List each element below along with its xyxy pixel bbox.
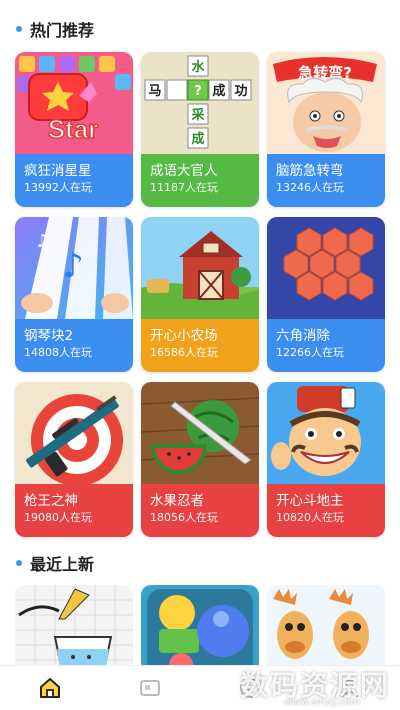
recent-section-title: 最近上新 [30, 555, 95, 574]
game-card-happy-farm[interactable]: 开心小农场 16586人在玩 [141, 217, 259, 372]
game-player-count: 14808人在玩 [24, 346, 92, 359]
tab-home[interactable] [20, 666, 80, 710]
game-name: 钢琴块2 [24, 328, 74, 344]
game-player-count: 13992人在玩 [24, 181, 92, 194]
recent-game-card[interactable] [15, 585, 133, 675]
game-name: 枪王之神 [24, 493, 78, 509]
game-info: 脑筋急转弯 13246人在玩 [267, 154, 385, 207]
rank-icon [240, 678, 260, 698]
game-player-count: 12266人在玩 [276, 346, 344, 359]
brain-teaser-banner: 急转弯? [298, 64, 352, 82]
game-thumbnail: ♪ ♫ [15, 217, 133, 319]
recent-games-grid [15, 585, 385, 675]
game-player-count: 16586人在玩 [150, 346, 218, 359]
hot-section-title: 热门推荐 [30, 21, 95, 40]
game-thumbnail [267, 382, 385, 484]
game-player-count: 18056人在玩 [150, 511, 218, 524]
section-bullet [16, 26, 22, 32]
game-name: 六角消除 [276, 328, 330, 344]
idiom-char: 采 [190, 107, 205, 123]
game-player-count: 10820人在玩 [276, 511, 344, 524]
hot-section-header: 热门推荐 [0, 14, 400, 44]
game-card-piano-tiles[interactable]: ♪ ♫ 钢琴块2 14808人在玩 [15, 217, 133, 372]
hot-games-grid: Star 疯狂消星星 13992人在玩 水 马 ? 成 功 采 成 成语大官人 … [15, 52, 385, 537]
game-thumbnail [15, 585, 133, 675]
game-thumbnail [15, 382, 133, 484]
game-name: 开心斗地主 [276, 493, 344, 509]
game-thumbnail: 急转弯? [267, 52, 385, 154]
game-thumbnail: Star [15, 52, 133, 154]
tab-rank[interactable] [220, 666, 280, 710]
section-bullet [16, 560, 22, 566]
profile-icon [341, 679, 359, 698]
game-thumbnail: 水 马 ? 成 功 采 成 [141, 52, 259, 154]
game-card-idiom-official[interactable]: 水 马 ? 成 功 采 成 成语大官人 11187人在玩 [141, 52, 259, 207]
game-card-brain-teaser[interactable]: 急转弯? 脑筋急转弯 13246人在玩 [267, 52, 385, 207]
home-icon [40, 678, 60, 698]
star-logo-text: Star [48, 114, 99, 144]
tab-profile[interactable] [320, 666, 380, 710]
idiom-char: ? [194, 84, 202, 99]
game-player-count: 11187人在玩 [150, 181, 218, 194]
game-card-gun-king[interactable]: 枪王之神 19080人在玩 [15, 382, 133, 537]
games-icon [140, 680, 160, 696]
game-player-count: 19080人在玩 [24, 511, 92, 524]
game-info: 六角消除 12266人在玩 [267, 319, 385, 372]
recent-section-header: 最近上新 [0, 548, 400, 578]
idiom-char: 成 [191, 131, 204, 147]
game-card-happy-landlord[interactable]: 开心斗地主 10820人在玩 [267, 382, 385, 537]
game-thumbnail [267, 217, 385, 319]
idiom-char: 成 [212, 83, 225, 99]
game-name: 开心小农场 [150, 328, 218, 344]
game-player-count: 13246人在玩 [276, 181, 344, 194]
game-name: 脑筋急转弯 [276, 163, 344, 179]
game-name: 水果忍者 [150, 493, 204, 509]
game-info: 成语大官人 11187人在玩 [141, 154, 259, 207]
game-thumbnail [141, 585, 259, 675]
recent-game-card[interactable] [141, 585, 259, 675]
game-info: 开心斗地主 10820人在玩 [267, 484, 385, 537]
idiom-char: 马 [148, 84, 161, 99]
idiom-char: 水 [191, 59, 205, 75]
idiom-char: 功 [234, 84, 247, 99]
game-thumbnail [141, 382, 259, 484]
game-info: 疯狂消星星 13992人在玩 [15, 154, 133, 207]
game-info: 钢琴块2 14808人在玩 [15, 319, 133, 372]
game-card-crazy-stars[interactable]: Star 疯狂消星星 13992人在玩 [15, 52, 133, 207]
game-info: 开心小农场 16586人在玩 [141, 319, 259, 372]
game-info: 水果忍者 18056人在玩 [141, 484, 259, 537]
game-card-fruit-ninja[interactable]: 水果忍者 18056人在玩 [141, 382, 259, 537]
game-card-hexagon-match[interactable]: 六角消除 12266人在玩 [267, 217, 385, 372]
game-name: 成语大官人 [150, 163, 218, 179]
music-note-icon: ♪ [62, 246, 84, 286]
recent-game-card[interactable] [267, 585, 385, 675]
game-info: 枪王之神 19080人在玩 [15, 484, 133, 537]
game-thumbnail [141, 217, 259, 319]
music-note-icon: ♫ [35, 231, 51, 252]
bottom-tab-bar [0, 665, 400, 710]
game-thumbnail [267, 585, 385, 675]
tab-games[interactable] [120, 666, 180, 710]
game-name: 疯狂消星星 [24, 163, 92, 179]
